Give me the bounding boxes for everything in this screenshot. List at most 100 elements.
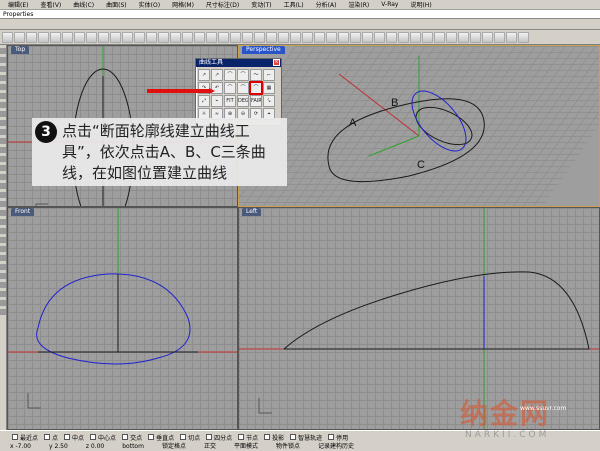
curve-tool[interactable]: ～	[250, 69, 262, 81]
left-tool-button[interactable]	[0, 309, 6, 315]
left-tool-button[interactable]	[0, 48, 6, 54]
toolbar-button[interactable]	[458, 31, 469, 43]
viewport-front[interactable]: Front	[7, 207, 238, 430]
menu-render[interactable]: 渲染(R)	[348, 0, 369, 9]
left-tool-button[interactable]	[0, 237, 6, 243]
toolbar-button[interactable]	[14, 31, 25, 43]
toolbar-button[interactable]	[218, 31, 229, 43]
checkbox[interactable]	[238, 434, 245, 440]
toolbar-button[interactable]	[182, 31, 193, 43]
checkbox[interactable]	[148, 434, 155, 440]
checkbox[interactable]	[12, 434, 18, 440]
command-input[interactable]	[0, 19, 600, 30]
menu-analyze[interactable]: 分析(A)	[316, 0, 337, 9]
menu-dimension[interactable]: 尺寸标注(D)	[206, 0, 239, 9]
osnap-project[interactable]: 投影	[264, 433, 284, 442]
checkbox[interactable]	[290, 434, 297, 440]
osnap-point[interactable]: 点	[44, 433, 58, 442]
menu-view[interactable]: 查看(V)	[40, 0, 61, 9]
toolbar-button[interactable]	[410, 31, 421, 43]
toolbar-button[interactable]	[194, 31, 205, 43]
toolbar-button[interactable]	[362, 31, 373, 43]
toolbar-button[interactable]	[266, 31, 277, 43]
toolbar-button[interactable]	[338, 31, 349, 43]
osnap-mid[interactable]: 中点	[64, 433, 84, 442]
osnap-near[interactable]: 最近点	[12, 433, 38, 442]
left-tool-button[interactable]	[0, 228, 6, 234]
left-tool-button[interactable]	[0, 219, 6, 225]
left-tool-button[interactable]	[0, 102, 6, 108]
toolbar-button[interactable]	[134, 31, 145, 43]
left-tool-button[interactable]	[0, 147, 6, 153]
fit-curve-button[interactable]: FIT	[224, 95, 236, 107]
curve-tool[interactable]: ⌒	[237, 82, 249, 94]
left-tool-button[interactable]	[0, 201, 6, 207]
menu-mesh[interactable]: 网格(M)	[172, 0, 194, 9]
left-tool-button[interactable]	[0, 282, 6, 288]
toolbar-button[interactable]	[62, 31, 73, 43]
checkbox[interactable]	[206, 434, 213, 440]
osnap-perp[interactable]: 垂直点	[148, 433, 174, 442]
toolbar-button[interactable]	[446, 31, 457, 43]
osnap-disable[interactable]: 停用	[328, 433, 348, 442]
osnap-quad[interactable]: 四分点	[206, 433, 232, 442]
toolbar-button[interactable]	[314, 31, 325, 43]
toolbar-button[interactable]	[26, 31, 37, 43]
curve-tool[interactable]: ⌁	[211, 95, 223, 107]
checkbox[interactable]	[90, 434, 97, 440]
toolbar-button[interactable]	[242, 31, 253, 43]
left-tool-button[interactable]	[0, 57, 6, 63]
menu-edit[interactable]: 编辑(E)	[8, 0, 28, 9]
left-tool-button[interactable]	[0, 291, 6, 297]
left-tool-button[interactable]	[0, 84, 6, 90]
checkbox[interactable]	[64, 434, 71, 440]
menu-help[interactable]: 说明(H)	[410, 0, 431, 9]
toolbar-button[interactable]	[146, 31, 157, 43]
left-tool-button[interactable]	[0, 183, 6, 189]
menu-transform[interactable]: 变动(T)	[251, 0, 271, 9]
left-tool-button[interactable]	[0, 120, 6, 126]
toolbar-button[interactable]	[302, 31, 313, 43]
osnap-tan[interactable]: 切点	[180, 433, 200, 442]
toolbar-button[interactable]	[50, 31, 61, 43]
toolbar-button[interactable]	[74, 31, 85, 43]
toolbar-button[interactable]	[398, 31, 409, 43]
curve-tool[interactable]: ⤢	[198, 95, 210, 107]
left-tool-button[interactable]	[0, 192, 6, 198]
curve-tool[interactable]: ⤥	[263, 95, 275, 107]
change-degree-button[interactable]: DEG	[237, 95, 249, 107]
menu-vray[interactable]: V-Ray	[381, 1, 398, 8]
osnap-smarttrack[interactable]: 智慧轨迹	[290, 433, 322, 442]
viewport-perspective[interactable]: A B C Perspective	[238, 45, 600, 207]
toolbar-button[interactable]	[374, 31, 385, 43]
viewport-label-front[interactable]: Front	[11, 208, 35, 216]
toolbar-button[interactable]	[506, 31, 517, 43]
left-tool-button[interactable]	[0, 300, 6, 306]
left-tool-button[interactable]	[0, 156, 6, 162]
menu-curve[interactable]: 曲线(C)	[73, 0, 94, 9]
checkbox[interactable]	[180, 434, 187, 440]
viewport-label-left[interactable]: Left	[242, 208, 262, 216]
curve-tool[interactable]: ⌒	[224, 82, 236, 94]
toolbar-button[interactable]	[494, 31, 505, 43]
left-tool-button[interactable]	[0, 138, 6, 144]
left-tool-button[interactable]	[0, 246, 6, 252]
curve-tools-title[interactable]: 曲线工具	[196, 59, 281, 67]
toolbar-button[interactable]	[170, 31, 181, 43]
left-tool-button[interactable]	[0, 165, 6, 171]
left-tool-button[interactable]	[0, 111, 6, 117]
curve-tool[interactable]: ⌒	[237, 69, 249, 81]
checkbox[interactable]	[328, 434, 335, 440]
toolbar-button[interactable]	[518, 31, 529, 43]
toolbar-button[interactable]	[86, 31, 97, 43]
osnap-center[interactable]: 中心点	[90, 433, 116, 442]
toolbar-button[interactable]	[158, 31, 169, 43]
toolbar-button[interactable]	[278, 31, 289, 43]
osnap-knot[interactable]: 节点	[238, 433, 258, 442]
section-profile-curve-button[interactable]: ⌒	[249, 81, 263, 95]
checkbox[interactable]	[264, 434, 271, 440]
fair-curve-button[interactable]: FAIR	[250, 95, 262, 107]
curve-tool[interactable]: ↗	[198, 69, 210, 81]
curve-tool[interactable]: ⌐	[263, 69, 275, 81]
toolbar-button[interactable]	[2, 31, 13, 43]
